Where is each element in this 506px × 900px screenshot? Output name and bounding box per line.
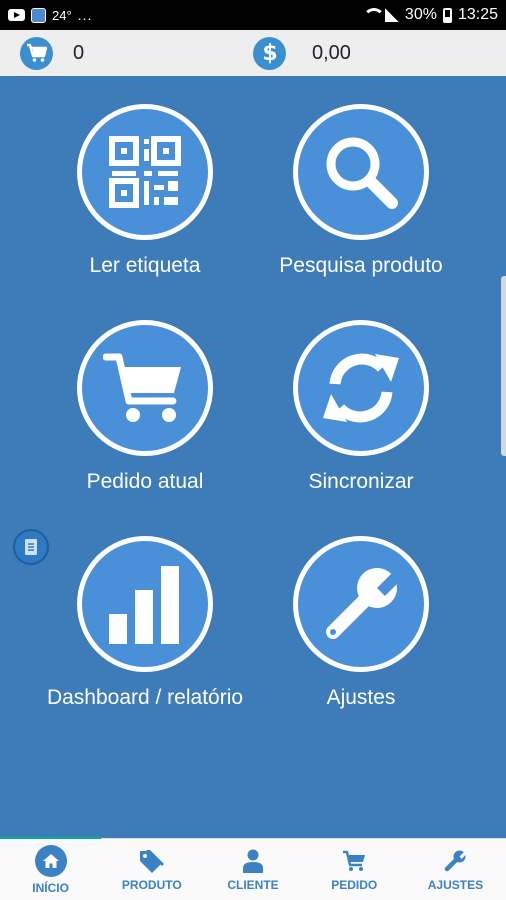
home-icon <box>34 844 67 877</box>
nav-item-settings[interactable]: AJUSTES <box>405 839 506 900</box>
tile-label: Ler etiqueta <box>89 254 201 277</box>
status-more-dots: ... <box>77 7 93 23</box>
cart-icon <box>20 36 53 70</box>
current-order-button[interactable] <box>77 320 213 456</box>
tile-label: Ajustes <box>326 686 396 709</box>
scrollbar[interactable] <box>501 276 506 456</box>
tile-settings[interactable]: Ajustes <box>241 536 481 710</box>
cart-icon <box>103 353 181 422</box>
battery-percent: 30% <box>404 6 437 23</box>
tile-label: Pedido atual <box>86 470 204 493</box>
read-label-button[interactable] <box>77 104 213 240</box>
total-summary[interactable]: $ 0,00 <box>253 36 506 70</box>
tile-search-product[interactable]: Pesquisa produto <box>241 104 481 278</box>
tags-icon <box>137 848 167 874</box>
wrench-icon <box>440 848 470 874</box>
search-icon <box>326 137 398 209</box>
youtube-icon <box>8 9 25 21</box>
total-value: 0,00 <box>312 41 351 64</box>
cart-count: 0 <box>73 41 85 64</box>
qr-code-icon <box>109 136 181 208</box>
wrench-icon <box>326 568 403 639</box>
dollar-icon: $ <box>253 36 286 70</box>
dashboard-button[interactable] <box>77 536 213 672</box>
tile-label: Dashboard / relatório <box>46 686 244 709</box>
nav-label-product: PRODUTO <box>121 877 182 892</box>
tile-dashboard[interactable]: Dashboard / relatório <box>25 536 265 710</box>
active-tab-indicator <box>0 836 101 839</box>
status-right: 30% 13:25 <box>362 6 498 24</box>
tile-label: Sincronizar <box>308 470 414 493</box>
sync-icon <box>323 353 399 423</box>
nav-item-product[interactable]: PRODUTO <box>101 839 202 900</box>
wifi-icon <box>362 8 385 22</box>
status-time: 13:25 <box>457 6 498 23</box>
nav-item-order[interactable]: PEDIDO <box>304 839 405 900</box>
battery-icon <box>442 7 452 23</box>
status-left: 24° ... <box>8 7 92 23</box>
tile-sync[interactable]: Sincronizar <box>241 320 481 494</box>
summary-bar: 0 $ 0,00 <box>0 30 506 76</box>
nav-label-home: INÍCIO <box>32 880 69 895</box>
search-product-button[interactable] <box>293 104 429 240</box>
settings-button[interactable] <box>293 536 429 672</box>
tile-read-label[interactable]: Ler etiqueta <box>25 104 265 278</box>
main-menu-grid: Ler etiqueta Pesquisa produto Pedido atu… <box>0 76 506 838</box>
nav-label-client: CLIENTE <box>227 877 279 892</box>
sync-button[interactable] <box>293 320 429 456</box>
floating-note-button[interactable] <box>13 529 49 565</box>
document-icon <box>25 539 37 555</box>
nav-label-settings: AJUSTES <box>427 877 484 892</box>
cart-summary[interactable]: 0 <box>0 36 253 70</box>
nav-label-order: PEDIDO <box>331 877 378 892</box>
cart-icon <box>339 848 369 874</box>
app-notification-icon <box>31 7 46 23</box>
bottom-navigation: INÍCIO PRODUTO CLIENTE PEDIDO AJUSTES <box>0 836 506 900</box>
nav-item-home[interactable]: INÍCIO <box>0 839 101 900</box>
svg-text:$: $ <box>262 41 277 66</box>
status-bar: 24° ... 30% 13:25 <box>0 0 506 30</box>
tile-label: Pesquisa produto <box>279 254 443 277</box>
signal-icon <box>384 8 399 22</box>
user-icon <box>238 848 268 874</box>
bar-chart-icon <box>109 566 179 644</box>
tile-current-order[interactable]: Pedido atual <box>25 320 265 494</box>
nav-item-client[interactable]: CLIENTE <box>202 839 303 900</box>
status-temperature: 24° <box>52 7 72 23</box>
